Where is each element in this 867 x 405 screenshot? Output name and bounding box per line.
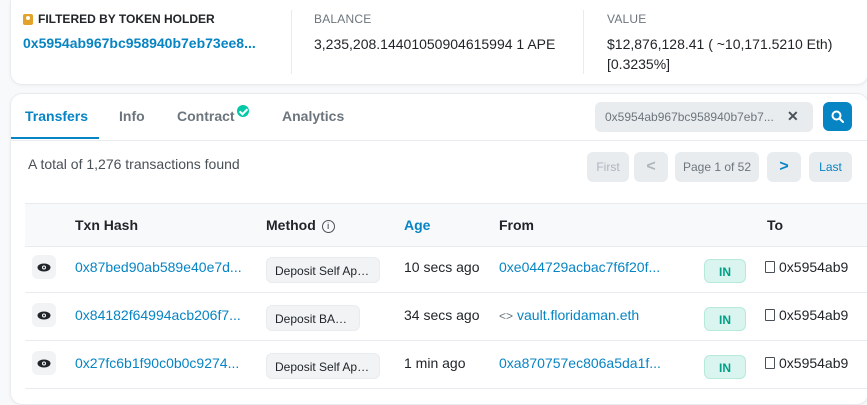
value-label: VALUE [607, 12, 647, 26]
address-filter-input[interactable] [595, 102, 797, 132]
header-method: Method i [266, 217, 335, 234]
holder-column: FILTERED BY TOKEN HOLDER 0x5954ab967bc95… [23, 12, 256, 51]
clear-icon[interactable]: ✕ [787, 108, 799, 125]
age-value: 34 secs ago [404, 307, 480, 323]
age-value: 10 secs ago [404, 259, 480, 275]
value-amount: $12,876,128.41 ( ~10,171.5210 Eth) [0.32… [607, 34, 832, 74]
eye-icon[interactable] [32, 255, 56, 279]
transfers-panel: Transfers Info Contract Analytics ✕ A to… [10, 93, 867, 405]
header-txn-hash: Txn Hash [75, 217, 139, 233]
value-percent: [0.3235%] [607, 56, 671, 72]
holder-label: FILTERED BY TOKEN HOLDER [38, 12, 215, 26]
value-usd: $12,876,128.41 ( ~10,171.5210 Eth) [607, 36, 833, 52]
holder-label-row: FILTERED BY TOKEN HOLDER [23, 12, 256, 26]
to-address: 0x5954ab9 [765, 259, 848, 275]
last-page-button[interactable]: Last [809, 152, 852, 182]
page-indicator: Page 1 of 52 [675, 152, 759, 182]
header-age[interactable]: Age [404, 217, 430, 233]
search-icon [831, 110, 844, 123]
next-page-button[interactable]: > [767, 152, 801, 182]
chevron-right-icon: > [779, 158, 789, 175]
chevron-left-icon: < [646, 158, 656, 175]
tab-transfers[interactable]: Transfers [25, 108, 88, 124]
balance-label: BALANCE [314, 12, 372, 26]
contract-icon [765, 261, 775, 273]
contract-icon [765, 357, 775, 369]
address-filter-box: ✕ [595, 102, 813, 132]
to-address-text: 0x5954ab9 [779, 259, 849, 275]
divider [583, 10, 584, 74]
header-to: To [767, 217, 784, 233]
lock-icon [23, 13, 33, 25]
transactions-total: A total of 1,276 transactions found [28, 156, 240, 172]
to-address: 0x5954ab9 [765, 355, 848, 371]
direction-badge: IN [704, 307, 746, 331]
to-address-text: 0x5954ab9 [779, 355, 849, 371]
first-page-button[interactable]: First [587, 152, 629, 182]
header-method-label: Method [266, 217, 316, 233]
to-address-text: 0x5954ab9 [779, 307, 849, 323]
age-value: 1 min ago [404, 355, 466, 371]
method-badge: Deposit Self Ape... [266, 257, 380, 283]
method-badge: Deposit Self Ape... [266, 353, 380, 379]
active-tab-indicator [11, 137, 99, 139]
eye-icon[interactable] [32, 351, 56, 375]
txn-hash-link[interactable]: 0x84182f64994acb206f7... [75, 307, 247, 323]
from-address-link[interactable]: 0xa870757ec806a5da1f... [499, 355, 669, 371]
from-address-link[interactable]: <> vault.floridaman.eth [499, 307, 669, 323]
token-holder-summary: FILTERED BY TOKEN HOLDER 0x5954ab967bc95… [10, 0, 867, 85]
value-column: VALUE $12,876,128.41 ( ~10,171.5210 Eth)… [607, 12, 832, 74]
divider [291, 10, 292, 74]
balance-value: 3,235,208.14401050904615994 1 APE [314, 36, 556, 52]
info-icon[interactable]: i [321, 220, 335, 233]
prev-page-button[interactable]: < [634, 152, 668, 182]
tab-analytics[interactable]: Analytics [282, 108, 344, 124]
txn-hash-link[interactable]: 0x87bed90ab589e40e7d... [75, 259, 247, 275]
table-row: 0x87bed90ab589e40e7d... Deposit Self Ape… [25, 245, 867, 293]
to-address: 0x5954ab9 [765, 307, 848, 323]
code-icon: <> [499, 309, 514, 323]
tab-info[interactable]: Info [119, 108, 145, 124]
holder-address-link[interactable]: 0x5954ab967bc958940b7eb73ee8... [23, 35, 256, 51]
txn-hash-link[interactable]: 0x27fc6b1f90c0b0c9274... [75, 355, 247, 371]
table-header: Txn Hash Method i Age From To [25, 203, 867, 247]
direction-badge: IN [704, 355, 746, 379]
from-address-link[interactable]: 0xe044729acbac7f6f20f... [499, 259, 669, 275]
from-ens-name: vault.floridaman.eth [517, 307, 640, 323]
search-button[interactable] [823, 102, 852, 131]
tab-bar: Transfers Info Contract Analytics ✕ [11, 94, 867, 141]
balance-column: BALANCE 3,235,208.14401050904615994 1 AP… [314, 12, 555, 54]
contract-icon [765, 309, 775, 321]
direction-badge: IN [704, 259, 746, 283]
verified-check-icon [236, 105, 249, 117]
method-badge: Deposit BAKC [266, 305, 360, 331]
table-row: 0x84182f64994acb206f7... Deposit BAKC 34… [25, 293, 867, 341]
table-row: 0x27fc6b1f90c0b0c9274... Deposit Self Ap… [25, 341, 867, 389]
eye-icon[interactable] [32, 303, 56, 327]
header-from: From [499, 217, 534, 233]
tab-contract[interactable]: Contract [177, 105, 249, 124]
tab-contract-label: Contract [177, 108, 235, 124]
